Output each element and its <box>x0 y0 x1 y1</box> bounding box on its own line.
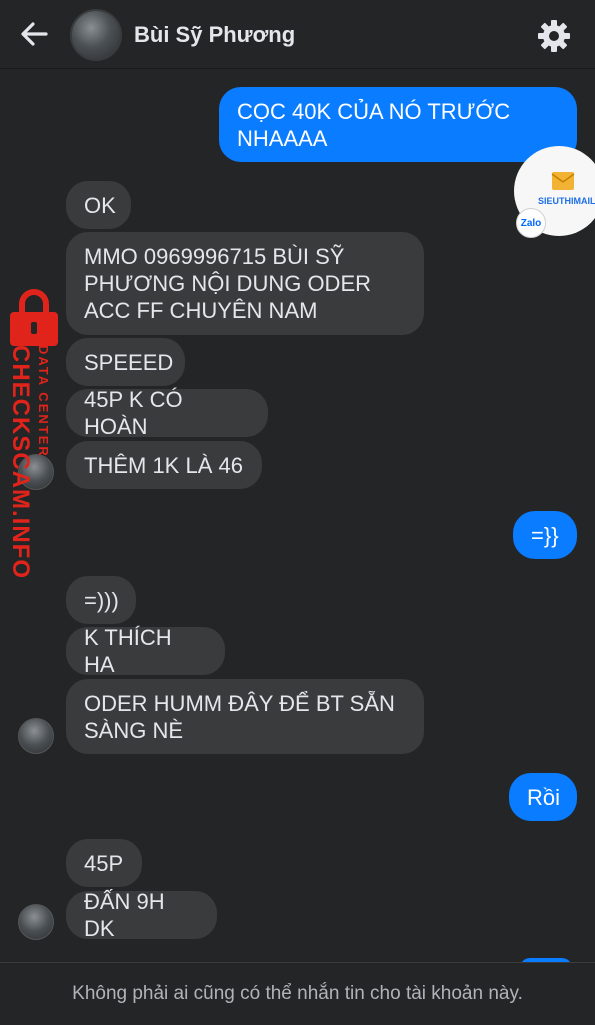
message-incoming[interactable]: OK <box>66 181 131 229</box>
message-incoming[interactable]: K THÍCH HA <box>66 625 225 677</box>
lock-icon <box>10 289 58 346</box>
sticker-brand: SIEUTHIMAIL.VN <box>538 196 595 206</box>
message-outgoing[interactable]: =}} <box>513 511 577 559</box>
message-incoming[interactable]: THÊM 1K LÀ 46 <box>66 441 262 489</box>
back-arrow-icon[interactable] <box>16 16 52 52</box>
message-incoming[interactable]: ĐẤN 9H DK <box>66 889 217 941</box>
sticker-overlay: SIEUTHIMAIL.VN Zalo <box>514 146 595 238</box>
message-incoming[interactable]: ODER HUMM ĐÂY ĐỂ BT SẴN SÀNG NÈ <box>66 679 424 754</box>
message-incoming[interactable]: =))) <box>66 576 136 624</box>
message-outgoing[interactable]: Rồi <box>509 773 577 821</box>
message-incoming[interactable]: 45P <box>66 839 142 887</box>
contact-name[interactable]: Bùi Sỹ Phương <box>134 22 295 48</box>
message-incoming[interactable]: MMO 0969996715 BÙI SỸ PHƯƠNG NỘI DUNG OD… <box>66 232 424 335</box>
contact-avatar-small[interactable] <box>18 718 54 754</box>
message-incoming[interactable]: 45P K CÓ HOÀN <box>66 387 268 439</box>
mail-icon <box>551 172 575 190</box>
zalo-badge: Zalo <box>516 208 546 238</box>
contact-avatar-small[interactable] <box>18 904 54 940</box>
watermark-subtext: DATA CENTER <box>36 345 51 458</box>
gear-icon[interactable] <box>534 16 574 56</box>
message-incoming[interactable]: SPEEED <box>66 338 185 386</box>
message-thread[interactable]: CỌC 40K CỦA NÓ TRƯỚC NHAAAA OK MMO 09699… <box>0 69 595 961</box>
messaging-restriction-notice: Không phải ai cũng có thể nhắn tin cho t… <box>0 962 595 1025</box>
watermark-text: CHECKSCAM.INFO <box>7 345 34 579</box>
conversation-header: Bùi Sỹ Phương <box>0 0 595 69</box>
contact-avatar[interactable] <box>70 9 122 61</box>
